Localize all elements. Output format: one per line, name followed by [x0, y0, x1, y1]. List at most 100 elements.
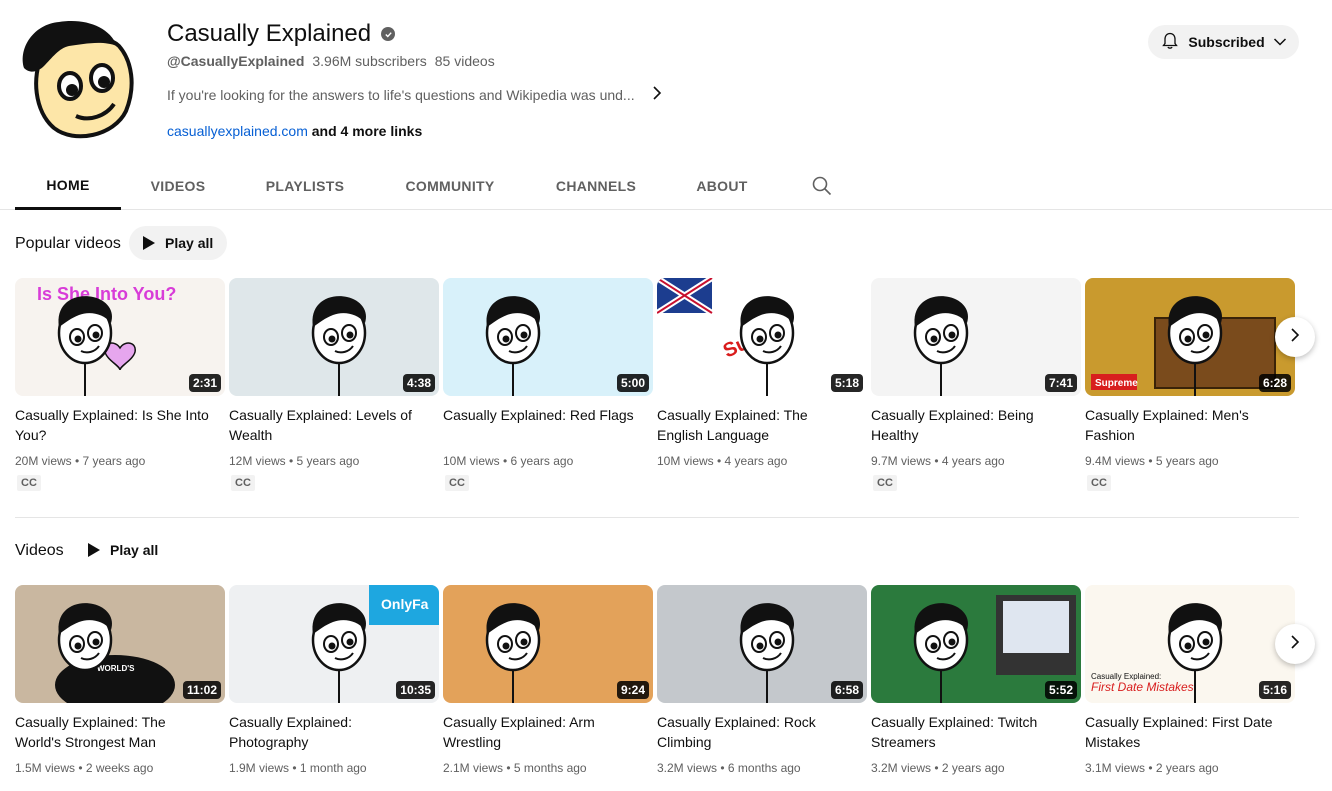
video-title[interactable]: Casually Explained: Red Flags [443, 405, 643, 425]
tab-community[interactable]: COMMUNITY [390, 162, 510, 209]
video-card[interactable]: WORLD'S 11:02 Casually Explained: The Worl… [15, 585, 225, 791]
video-duration: 6:28 [1258, 374, 1291, 392]
thumbnail-text: Is She Into You? [37, 284, 176, 304]
video-duration: 5:00 [616, 374, 649, 392]
video-card[interactable]: 7:41 Casually Explained: Being Healthy 9.7… [871, 278, 1081, 508]
video-card[interactable]: 5:00 Casually Explained: Red Flags 10M vie… [443, 278, 653, 508]
video-duration: 10:35 [396, 681, 435, 699]
channel-links: casuallyexplained.com and 4 more links [167, 123, 422, 139]
video-card[interactable]: 6:58 Casually Explained: Rock Climbing 3.2… [657, 585, 867, 791]
video-title[interactable]: Casually Explained: The World's Stronges… [15, 712, 215, 752]
cc-badge: CC [231, 475, 255, 491]
thumbnail-text: First Date Mistakes [1091, 680, 1194, 694]
thumbnail-text: Supreme [1095, 378, 1138, 389]
chevron-right-icon[interactable] [651, 86, 663, 103]
video-meta: 3.2M views • 2 years ago [871, 761, 1005, 775]
video-title[interactable]: Casually Explained: Photography [229, 712, 429, 752]
channel-name-text: Casually Explained [167, 20, 372, 47]
video-card[interactable]: First Date Mistakes Casually Explained: 5:… [1085, 585, 1295, 791]
cc-badge: CC [873, 475, 897, 491]
video-title[interactable]: Casually Explained: Men's Fashion [1085, 405, 1285, 445]
description-text: If you're looking for the answers to lif… [167, 86, 635, 103]
video-thumbnail[interactable]: Suh 5:18 [657, 278, 867, 396]
tab-about[interactable]: ABOUT [684, 162, 760, 209]
popular-play-all-button[interactable]: Play all [129, 226, 228, 260]
video-thumbnail[interactable]: Supreme 6:28 [1085, 278, 1295, 396]
video-card[interactable]: Is She Into You? 2:31 Casually Explained: … [15, 278, 225, 508]
video-meta: 1.9M views • 1 month ago [229, 761, 367, 775]
video-meta: 1.5M views • 2 weeks ago [15, 761, 154, 775]
video-meta: 3.1M views • 2 years ago [1085, 761, 1219, 775]
video-thumbnail[interactable]: 5:00 [443, 278, 653, 396]
video-duration: 9:24 [616, 681, 649, 699]
play-all-label: Play all [165, 235, 214, 251]
subscribed-button[interactable]: Subscribed [1148, 25, 1299, 59]
video-title[interactable]: Casually Explained: Levels of Wealth [229, 405, 429, 445]
subscriber-count: 3.96M subscribers [312, 53, 427, 69]
videos-next-button[interactable] [1275, 624, 1315, 664]
more-links-link[interactable]: and 4 more links [312, 123, 422, 139]
video-title[interactable]: Casually Explained: Being Healthy [871, 405, 1071, 445]
video-thumbnail[interactable]: 4:38 [229, 278, 439, 396]
video-title[interactable]: Casually Explained: Arm Wrestling [443, 712, 643, 752]
video-card[interactable]: Suh 5:18 Casually Explained: The English L… [657, 278, 867, 508]
video-title[interactable]: Casually Explained: Twitch Streamers [871, 712, 1071, 752]
video-meta: 9.7M views • 4 years ago [871, 454, 1005, 468]
video-duration: 5:18 [830, 374, 863, 392]
video-thumbnail[interactable]: 5:52 [871, 585, 1081, 703]
video-thumbnail[interactable]: OnlyFa 10:35 [229, 585, 439, 703]
video-title[interactable]: Casually Explained: Rock Climbing [657, 712, 857, 752]
website-link[interactable]: casuallyexplained.com [167, 123, 308, 139]
video-title[interactable]: Casually Explained: The English Language [657, 405, 857, 445]
videos-play-all-button[interactable]: Play all [74, 533, 172, 567]
video-meta: 9.4M views • 5 years ago [1085, 454, 1219, 468]
verified-check-icon [381, 27, 396, 41]
video-duration: 5:52 [1044, 681, 1077, 699]
cc-badge: CC [1087, 475, 1111, 491]
video-meta: 3.2M views • 6 months ago [657, 761, 801, 775]
video-card[interactable]: OnlyFa 10:35 Casually Explained: Photograp… [229, 585, 439, 791]
video-card[interactable]: 4:38 Casually Explained: Levels of Wealth… [229, 278, 439, 508]
tab-playlists[interactable]: PLAYLISTS [250, 162, 360, 209]
video-meta: 10M views • 4 years ago [657, 454, 788, 468]
video-thumbnail[interactable]: 7:41 [871, 278, 1081, 396]
channel-description[interactable]: If you're looking for the answers to lif… [167, 86, 687, 103]
tab-channels[interactable]: CHANNELS [545, 162, 647, 209]
video-card[interactable]: 5:52 Casually Explained: Twitch Streamers… [871, 585, 1081, 791]
video-thumbnail[interactable]: WORLD'S 11:02 [15, 585, 225, 703]
popular-next-button[interactable] [1275, 317, 1315, 357]
video-title[interactable]: Casually Explained: First Date Mistakes [1085, 712, 1285, 752]
channel-header: Casually Explained @CasuallyExplained 3.… [0, 0, 1332, 160]
popular-shelf-title: Popular videos [15, 235, 121, 252]
play-all-label: Play all [110, 542, 159, 558]
video-duration: 2:31 [188, 374, 221, 392]
video-meta: 20M views • 7 years ago [15, 454, 146, 468]
thumbnail-text: OnlyFa [381, 596, 429, 612]
video-card[interactable]: Supreme 6:28 Casually Explained: Men's Fas… [1085, 278, 1295, 508]
videos-shelf-title: Videos [15, 542, 64, 559]
play-icon [143, 236, 155, 250]
video-card[interactable]: 9:24 Casually Explained: Arm Wrestling 2.1… [443, 585, 653, 791]
video-duration: 7:41 [1044, 374, 1077, 392]
channel-handle: @CasuallyExplained [167, 53, 305, 69]
video-title[interactable]: Casually Explained: Is She Into You? [15, 405, 215, 445]
video-thumbnail[interactable]: 9:24 [443, 585, 653, 703]
cc-badge: CC [17, 475, 41, 491]
thumbnail-text: Casually Explained: [1091, 672, 1161, 681]
video-duration: 4:38 [402, 374, 435, 392]
channel-avatar[interactable] [14, 16, 138, 140]
chevron-right-icon [1289, 327, 1301, 348]
video-thumbnail[interactable]: First Date Mistakes Casually Explained: 5:… [1085, 585, 1295, 703]
video-duration: 6:58 [830, 681, 863, 699]
chevron-down-icon [1273, 34, 1287, 50]
video-meta: 12M views • 5 years ago [229, 454, 360, 468]
video-thumbnail[interactable]: 6:58 [657, 585, 867, 703]
cc-badge: CC [445, 475, 469, 491]
search-icon[interactable] [810, 174, 834, 198]
bell-icon [1160, 31, 1180, 54]
tab-videos[interactable]: VIDEOS [128, 162, 228, 209]
play-icon [88, 543, 100, 557]
subscribed-label: Subscribed [1188, 34, 1265, 50]
tab-home[interactable]: HOME [15, 162, 121, 210]
video-thumbnail[interactable]: Is She Into You? 2:31 [15, 278, 225, 396]
